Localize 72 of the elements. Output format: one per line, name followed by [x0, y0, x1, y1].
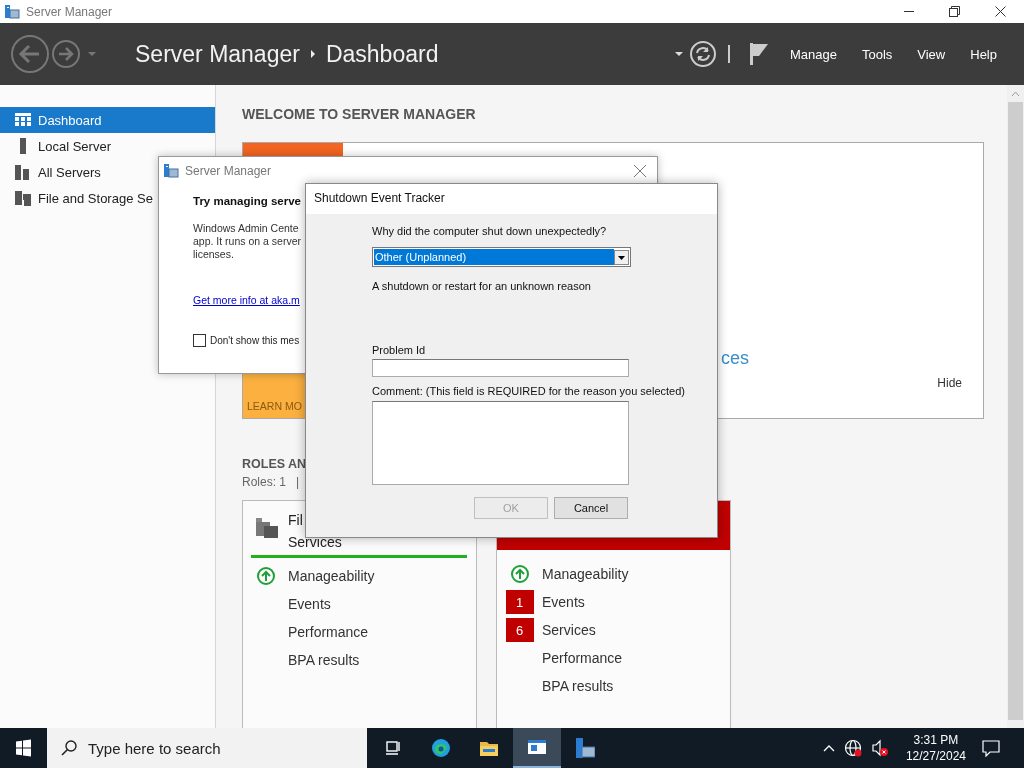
window-title: Server Manager	[26, 4, 113, 19]
question-label: Why did the computer shut down unexpectedly?	[372, 225, 607, 237]
tile-label: LEARN MO	[247, 400, 302, 412]
tile-row-link[interactable]: Manageability	[542, 566, 629, 582]
reason-description: A shutdown or restart for an unknown reason	[372, 280, 591, 292]
globe-icon[interactable]	[843, 739, 862, 757]
count-badge[interactable]: 6	[505, 618, 534, 642]
window-icon	[527, 737, 547, 757]
hide-link[interactable]: Hide	[937, 376, 962, 390]
search-field[interactable]: Type here to search	[47, 728, 367, 768]
tile-row-link[interactable]: Performance	[542, 650, 623, 666]
field-label: Problem Id	[372, 344, 426, 356]
search-icon	[61, 740, 77, 756]
section-heading: WELCOME TO SERVER MANAGER	[242, 106, 477, 122]
dialog-text: Windows Admin Cente app. It runs on a server licenses.	[193, 222, 301, 261]
dialog-title: Server Manager	[185, 164, 272, 178]
menu-item[interactable]: View	[917, 46, 946, 62]
server-manager-icon	[575, 738, 595, 758]
notification-icon[interactable]	[982, 739, 1000, 757]
app-icon	[4, 3, 20, 20]
checkbox-label: Don't show this mes	[210, 335, 300, 346]
scrollbar[interactable]	[1007, 85, 1024, 728]
breadcrumb-arrow-icon	[309, 49, 316, 59]
speaker-muted-icon[interactable]	[870, 739, 889, 757]
roles-count[interactable]: Roles: 1	[242, 475, 287, 489]
tile-row-link[interactable]: BPA results	[288, 652, 360, 668]
dialog-heading: Try managing serve	[193, 195, 302, 207]
reason-dropdown[interactable]: Other (Unplanned)	[372, 247, 631, 267]
chevron-up-icon[interactable]	[822, 744, 835, 752]
tile-row-link[interactable]: Events	[288, 596, 331, 612]
section-heading: ROLES AN	[242, 457, 307, 473]
flag-icon[interactable]	[747, 42, 770, 66]
sidebar-item[interactable]: Dashboard	[0, 107, 215, 133]
caret-icon[interactable]	[673, 51, 684, 57]
tile-row-link[interactable]: Performance	[288, 624, 369, 640]
tile-row-link[interactable]: Services	[542, 622, 596, 638]
app-icon	[163, 163, 179, 179]
refresh-button[interactable]	[688, 40, 717, 68]
breadcrumb-item[interactable]: Server Manager	[135, 40, 300, 68]
tile-row-link[interactable]: Events	[542, 594, 585, 610]
problem-id-field[interactable]	[372, 359, 629, 377]
selected-option: Other (Unplanned)	[374, 249, 614, 265]
menu-item[interactable]: Tools	[861, 46, 893, 62]
breadcrumb-item: Dashboard	[325, 40, 439, 68]
clock-time[interactable]: 3:31 PM	[913, 732, 959, 748]
folders-icon	[256, 516, 278, 538]
browser-icon	[431, 738, 451, 758]
dialog-title: Shutdown Event Tracker	[306, 184, 717, 214]
tile-row-link[interactable]: Manageability	[288, 568, 375, 584]
menu-item[interactable]: Help	[970, 46, 997, 62]
checkbox[interactable]	[193, 334, 206, 347]
grid-icon	[15, 112, 31, 128]
sidebar-item[interactable]: Local Server	[0, 133, 215, 159]
server-icon	[15, 190, 31, 206]
restore-button[interactable]	[949, 6, 960, 17]
count-badge[interactable]: 1	[505, 590, 534, 614]
separator-text: |	[296, 475, 300, 489]
field-label: Comment: (This field is REQUIRED for the reason you selected)	[372, 385, 685, 397]
comment-field[interactable]	[372, 401, 629, 485]
tile-row-link[interactable]: BPA results	[542, 678, 614, 694]
forward-button[interactable]	[51, 39, 81, 69]
menu-item[interactable]: Manage	[789, 46, 837, 62]
taskbar-button[interactable]	[513, 728, 561, 768]
info-link[interactable]: Get more info at aka.m	[193, 294, 300, 306]
clock-date[interactable]: 12/27/2024	[905, 748, 966, 764]
close-button[interactable]	[995, 6, 1006, 17]
dialog-button[interactable]: Cancel	[554, 497, 628, 519]
task-view-icon	[383, 738, 403, 758]
server-icon	[15, 164, 31, 180]
link-text[interactable]: ces	[721, 348, 983, 369]
back-button[interactable]	[10, 34, 50, 74]
scroll-thumb[interactable]	[1008, 102, 1023, 720]
